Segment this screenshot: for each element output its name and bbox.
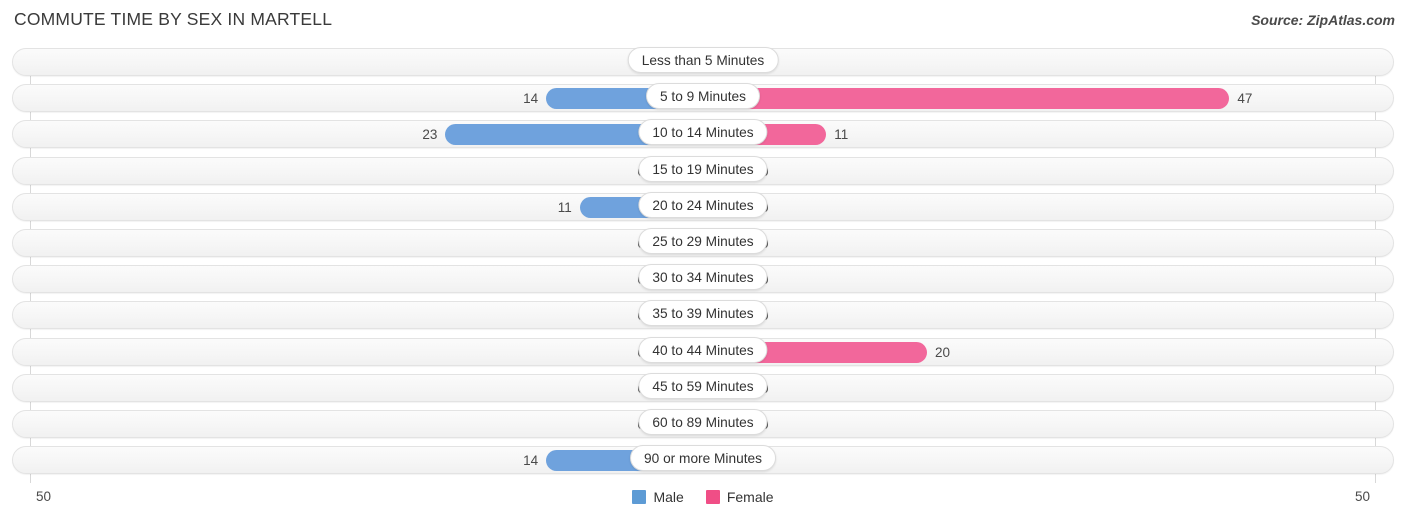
legend-label: Male	[653, 489, 684, 505]
bar-rows: 00Less than 5 Minutes14475 to 9 Minutes2…	[0, 44, 1406, 478]
category-label-pill: 35 to 39 Minutes	[638, 300, 768, 327]
bar-row: 0060 to 89 Minutes	[0, 406, 1406, 442]
category-label-pill: 40 to 44 Minutes	[638, 336, 768, 363]
bar-row: 00Less than 5 Minutes	[0, 44, 1406, 80]
chart-footer: 50 50 Male Female	[0, 484, 1406, 523]
male-value-label: 14	[523, 453, 539, 469]
bar-row: 0025 to 29 Minutes	[0, 225, 1406, 261]
page-title: COMMUTE TIME BY SEX IN MARTELL	[14, 9, 333, 29]
female-value-label: 11	[834, 127, 849, 143]
male-value-label: 0	[593, 161, 645, 182]
bar-row: 11020 to 24 Minutes	[0, 189, 1406, 225]
female-value-label: 20	[935, 344, 951, 360]
male-value-label: 0	[593, 342, 645, 363]
bar-row: 0035 to 39 Minutes	[0, 297, 1406, 333]
category-label-pill: 45 to 59 Minutes	[638, 372, 768, 399]
category-label-pill: 30 to 34 Minutes	[638, 264, 768, 291]
bar-row: 0015 to 19 Minutes	[0, 153, 1406, 189]
bar-row: 0045 to 59 Minutes	[0, 370, 1406, 406]
bar-row: 23 11 10 to 14 Minutes	[0, 116, 1406, 152]
legend-swatch-icon	[632, 490, 647, 504]
bar-row: 0 20 40 to 44 Minutes	[0, 334, 1406, 370]
male-value-label: 0	[593, 305, 645, 326]
source-attribution: Source: ZipAtlas.com	[1251, 12, 1395, 28]
category-label-pill: 60 to 89 Minutes	[638, 408, 768, 435]
bar-row: 14 47 5 to 9 Minutes	[0, 80, 1406, 116]
bar-row: 14090 or more Minutes	[0, 442, 1406, 478]
legend-item[interactable]: Female	[705, 489, 774, 505]
male-value-label: 0	[593, 269, 645, 290]
male-value-label: 11	[557, 199, 572, 215]
bar-row: 0030 to 34 Minutes	[0, 261, 1406, 297]
category-label-pill: 20 to 24 Minutes	[638, 191, 768, 218]
legend-item[interactable]: Male	[632, 489, 684, 505]
category-label-pill: Less than 5 Minutes	[627, 47, 779, 73]
chart-header: COMMUTE TIME BY SEX IN MARTELL Source: Z…	[0, 0, 1406, 44]
legend-swatch-icon	[705, 490, 720, 504]
male-value-label: 14	[523, 91, 539, 107]
legend-label: Female	[726, 489, 774, 505]
category-label-pill: 10 to 14 Minutes	[638, 119, 768, 146]
category-label-pill: 5 to 9 Minutes	[646, 83, 760, 110]
chart-legend: Male Female	[0, 489, 1406, 505]
category-label-pill: 15 to 19 Minutes	[638, 155, 768, 182]
male-value-label: 0	[593, 414, 645, 435]
female-bar[interactable]	[703, 88, 1230, 110]
female-value-label: 47	[1237, 91, 1253, 107]
plot-area: 00Less than 5 Minutes14475 to 9 Minutes2…	[0, 44, 1406, 484]
commute-time-chart: COMMUTE TIME BY SEX IN MARTELL Source: Z…	[0, 0, 1406, 523]
male-value-label: 0	[593, 378, 645, 399]
category-label-pill: 90 or more Minutes	[630, 445, 776, 472]
category-label-pill: 25 to 29 Minutes	[638, 227, 768, 254]
male-value-label: 23	[422, 127, 438, 143]
male-value-label: 0	[593, 233, 645, 254]
